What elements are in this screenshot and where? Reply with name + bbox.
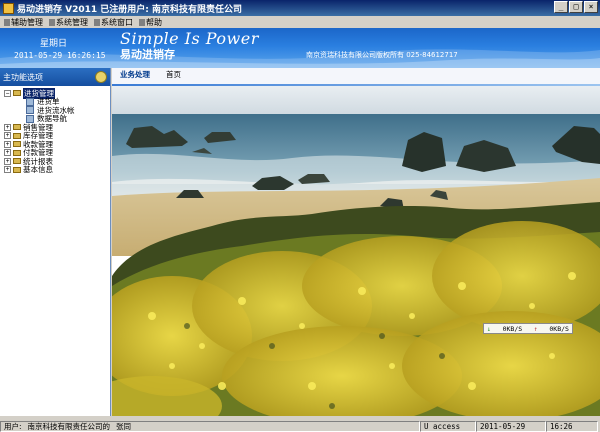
expand-icon[interactable]: + (4, 140, 11, 148)
coast-scene (112, 86, 600, 416)
menu-label: 帮助 (146, 17, 162, 27)
menu-bar: 辅助管理 系统管理 系统窗口 帮助 (0, 16, 600, 28)
network-speed-widget: ↓ 0KB/S ↑ 0KB/S (483, 323, 573, 334)
folder-icon (13, 166, 21, 173)
window-controls: _ □ × (554, 1, 598, 13)
menu-icon (139, 18, 145, 26)
folder-icon (13, 149, 21, 156)
collapse-panel-icon[interactable] (95, 71, 107, 83)
status-user-panel: 用户: 南京科技有限责任公司的 张同 (0, 420, 420, 432)
expand-icon[interactable]: + (4, 132, 11, 140)
tree-node-reports[interactable]: + 统计报表 (4, 157, 110, 166)
tree-node-basic-info[interactable]: + 基本信息 (4, 165, 110, 175)
menu-label: 系统管理 (56, 17, 88, 27)
expand-icon[interactable]: + (4, 166, 11, 174)
expand-icon[interactable]: + (4, 157, 11, 165)
maximize-button[interactable]: □ (569, 1, 583, 13)
status-access: U access (420, 420, 476, 432)
status-date: 2011-05-29 (476, 420, 546, 432)
tree-node-inventory[interactable]: + 库存管理 (4, 131, 110, 140)
app-icon (3, 2, 14, 14)
tab-business[interactable]: 业务处理 (120, 69, 150, 84)
document-icon (26, 97, 34, 106)
user-name: 张同 (116, 421, 132, 431)
banner-wave-decoration (0, 49, 600, 68)
home-background-image (112, 86, 600, 416)
folder-icon (13, 90, 21, 97)
tab-home[interactable]: 首页 (166, 69, 181, 84)
user-label: 用户: (4, 421, 22, 431)
close-button[interactable]: × (584, 1, 598, 13)
folder-icon (13, 132, 21, 139)
menu-label: 系统窗口 (101, 17, 133, 27)
upload-arrow-icon: ↑ (533, 324, 538, 333)
menu-icon (49, 18, 55, 26)
tree-node-data-navigation[interactable]: 数据导航 (4, 114, 110, 123)
status-bar: 用户: 南京科技有限责任公司的 张同 U access 2011-05-29 1… (0, 420, 600, 432)
function-tree: − 进货管理 进货单 进货流水帐 数据导航 + 销售管理 + 库存管理 + 收款… (0, 86, 110, 174)
tab-bar: 业务处理 首页 (112, 68, 600, 84)
tree-node-label: 基本信息 (23, 165, 53, 175)
nav-panel-title: 主功能选项 (3, 72, 43, 82)
folder-icon (13, 141, 21, 148)
menu-label: 辅助管理 (11, 17, 43, 27)
menu-assist[interactable]: 辅助管理 (2, 17, 47, 28)
main-content: 业务处理 首页 (112, 68, 600, 416)
company-name: 南京科技有限责任公司的 (27, 421, 111, 431)
expand-icon[interactable]: + (4, 149, 11, 157)
menu-help[interactable]: 帮助 (137, 17, 166, 28)
menu-system[interactable]: 系统管理 (47, 17, 92, 28)
document-icon (26, 106, 34, 115)
datetime-label: 2011-05-29 16:26:15 (14, 51, 106, 60)
menu-icon (4, 18, 10, 26)
menu-icon (94, 18, 100, 26)
tree-node-sales[interactable]: + 销售管理 (4, 123, 110, 132)
nav-panel-header: 主功能选项 (0, 68, 110, 86)
download-arrow-icon: ↓ (487, 324, 491, 333)
copyright-text: 南京资瑞科技有限公司版权所有 025-84612717 (306, 51, 458, 59)
upload-speed: 0KB/S (549, 324, 569, 333)
tree-node-receivables[interactable]: + 收款管理 (4, 140, 110, 149)
folder-icon (13, 124, 21, 131)
folder-icon (13, 158, 21, 165)
window-title: 易动进销存 V2011 已注册用户: 南京科技有限责任公司 (17, 4, 243, 15)
tree-node-payables[interactable]: + 付款管理 (4, 148, 110, 157)
title-bar[interactable]: 易动进销存 V2011 已注册用户: 南京科技有限责任公司 _ □ × (0, 0, 600, 16)
download-speed: 0KB/S (502, 324, 523, 333)
collapse-icon[interactable]: − (4, 89, 11, 97)
expand-icon[interactable]: + (4, 123, 11, 131)
menu-window[interactable]: 系统窗口 (92, 17, 137, 28)
weekday-label: 星期日 (40, 39, 68, 49)
navigation-panel: 主功能选项 − 进货管理 进货单 进货流水帐 数据导航 + 销售管理 + 库存管… (0, 68, 111, 416)
minimize-button[interactable]: _ (554, 1, 568, 13)
status-time: 16:26 (546, 420, 598, 432)
app-name: 易动进销存 (120, 48, 175, 61)
header-banner: 星期日 2011-05-29 16:26:15 Simple Is Power … (0, 28, 600, 68)
